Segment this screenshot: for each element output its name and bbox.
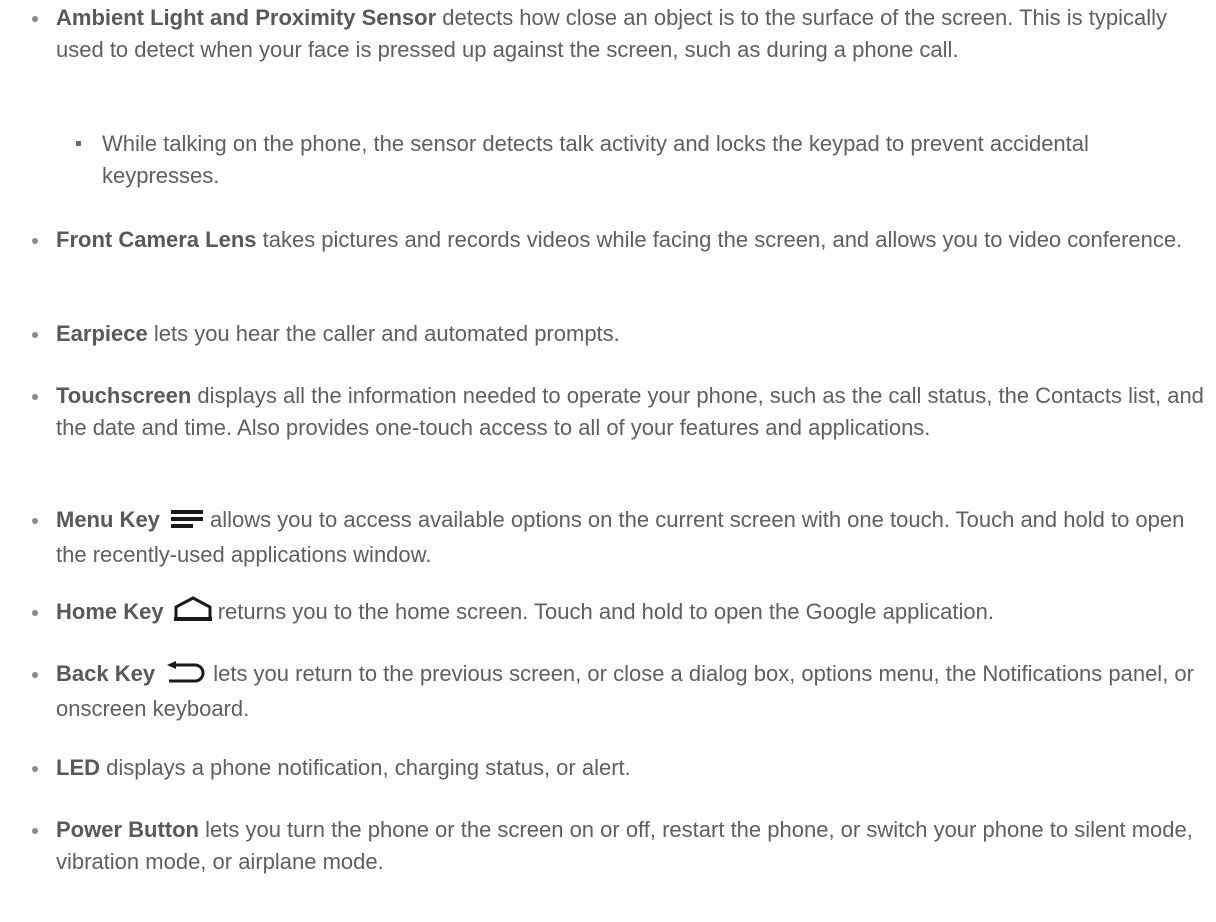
- item-term: Front Camera Lens: [56, 227, 257, 252]
- item-text: lets you hear the caller and automated p…: [147, 321, 620, 346]
- bullet: [32, 610, 38, 616]
- item-text: While talking on the phone, the sensor d…: [102, 131, 1089, 188]
- item-term: Menu Key: [56, 507, 160, 532]
- list-item-menu-key: Menu Key allows you to access available …: [32, 504, 1206, 571]
- item-term: Touchscreen: [56, 383, 192, 408]
- bullet: [32, 238, 38, 244]
- item-term: Earpiece: [56, 321, 148, 346]
- square-bullet: [76, 141, 81, 146]
- item-text: takes pictures and records videos while …: [256, 227, 1183, 252]
- item-term: Home Key: [56, 599, 164, 624]
- bullet: [32, 16, 38, 22]
- list-item-proximity-sensor: Ambient Light and Proximity Sensor detec…: [32, 2, 1206, 66]
- item-text: lets you turn the phone or the screen on…: [56, 817, 1193, 874]
- list-item-touchscreen: Touchscreen displays all the information…: [32, 380, 1206, 444]
- item-term: Back Key: [56, 661, 156, 686]
- bullet: [32, 518, 38, 524]
- manual-page: Ambient Light and Proximity Sensor detec…: [0, 0, 1216, 922]
- sub-list-item-talk-activity: While talking on the phone, the sensor d…: [76, 128, 1192, 192]
- item-text: allows you to access available options o…: [56, 507, 1185, 567]
- item-term: Ambient Light and Proximity Sensor: [56, 5, 437, 30]
- item-term: Power Button: [56, 817, 199, 842]
- back-key-icon: [165, 660, 207, 693]
- list-item-led: LED displays a phone notification, charg…: [32, 752, 1206, 784]
- bullet: [32, 828, 38, 834]
- item-text: displays a phone notification, charging …: [100, 755, 631, 780]
- list-item-front-camera: Front Camera Lens takes pictures and rec…: [32, 224, 1206, 256]
- item-term: LED: [56, 755, 100, 780]
- list-item-home-key: Home Key returns you to the home screen.…: [32, 596, 1206, 631]
- list-item-earpiece: Earpiece lets you hear the caller and au…: [32, 318, 1206, 350]
- list-item-power-button: Power Button lets you turn the phone or …: [32, 814, 1206, 878]
- bullet: [32, 332, 38, 338]
- item-text: lets you return to the previous screen, …: [56, 661, 1194, 721]
- bullet: [32, 672, 38, 678]
- menu-key-icon: [170, 507, 204, 539]
- item-text: returns you to the home screen. Touch an…: [217, 599, 994, 624]
- item-text: displays all the information needed to o…: [56, 383, 1204, 440]
- list-item-back-key: Back Key lets you return to the previous…: [32, 658, 1206, 725]
- bullet: [32, 394, 38, 400]
- home-key-icon: [173, 596, 212, 631]
- bullet: [32, 766, 38, 772]
